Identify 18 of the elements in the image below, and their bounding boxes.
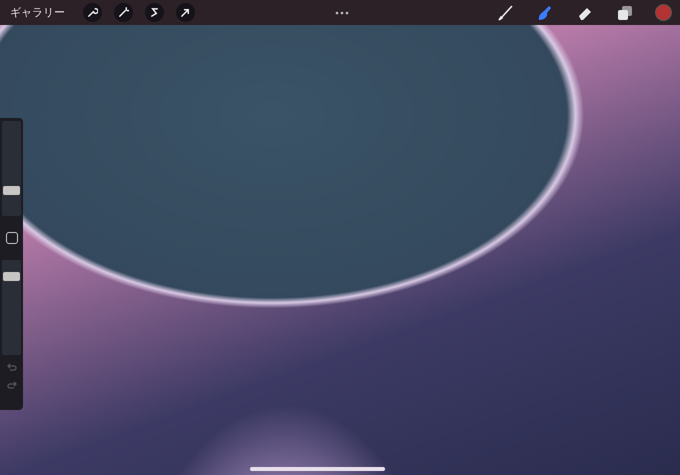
selection-icon — [149, 7, 160, 18]
finger-icon — [536, 4, 554, 22]
color-swatch[interactable] — [655, 4, 672, 21]
transform-button[interactable] — [176, 3, 195, 22]
brush-size-slider[interactable] — [2, 121, 21, 216]
arrow-icon — [180, 7, 191, 18]
more-icon[interactable] — [335, 10, 349, 14]
layers-icon — [617, 4, 633, 20]
brush-icon — [496, 4, 514, 22]
gallery-link[interactable]: ギャラリー — [10, 5, 65, 20]
wrench-button[interactable] — [83, 3, 102, 22]
slider-thumb[interactable] — [3, 186, 20, 196]
select-button[interactable] — [145, 3, 164, 22]
wand-button[interactable] — [114, 3, 133, 22]
slider-thumb[interactable] — [3, 272, 20, 282]
opacity-slider[interactable] — [2, 260, 21, 355]
magic-wand-icon — [118, 7, 129, 18]
modify-button[interactable] — [6, 232, 18, 244]
